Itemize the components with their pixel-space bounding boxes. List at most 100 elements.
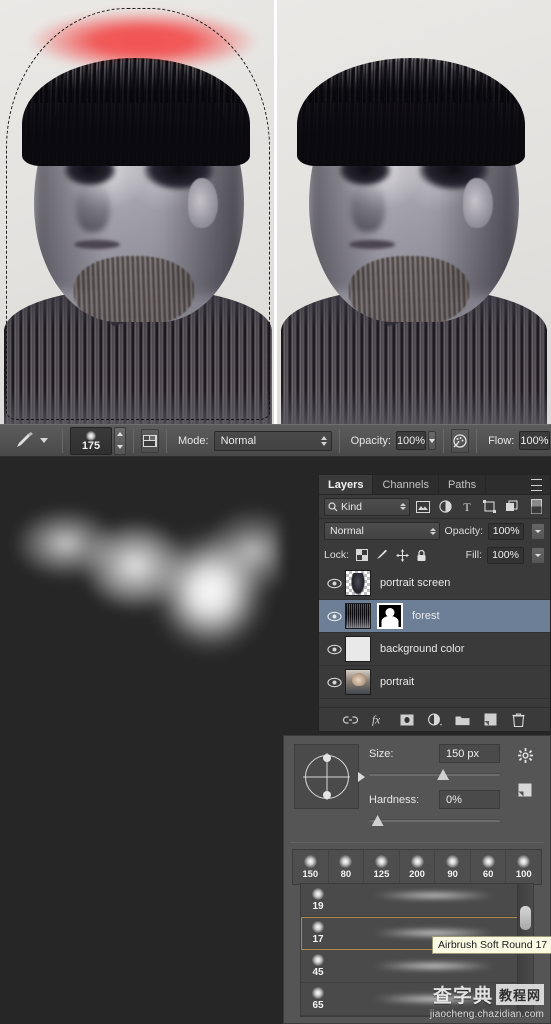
eye-icon[interactable] xyxy=(323,644,345,655)
portrait-artwork-left xyxy=(0,0,274,424)
new-adjustment-layer-icon[interactable] xyxy=(427,712,442,727)
document-before[interactable] xyxy=(0,0,277,424)
brush-tip-dot-icon xyxy=(481,854,495,868)
filter-toggle-icon[interactable] xyxy=(527,498,545,516)
preset-list-scrollbar-thumb[interactable] xyxy=(520,906,531,930)
brush-hardness-row: Hardness: 0% xyxy=(369,790,500,809)
list-item[interactable]: 80 xyxy=(329,850,365,884)
table-row[interactable]: portrait xyxy=(319,666,550,699)
brush-size-label: 90 xyxy=(447,868,458,880)
brush-hardness-input[interactable]: 0% xyxy=(439,790,500,809)
delete-layer-icon[interactable] xyxy=(511,712,526,727)
brush-size-slider[interactable] xyxy=(369,768,500,782)
forest-hair-right xyxy=(297,58,525,166)
list-item[interactable]: 100 xyxy=(506,850,541,884)
layer-thumbnail[interactable] xyxy=(345,669,371,695)
table-row[interactable]: portrait screen xyxy=(319,567,550,600)
brush-roundness-handle-bottom[interactable] xyxy=(322,791,331,799)
list-item[interactable]: 200 xyxy=(400,850,436,884)
options-separator-1 xyxy=(62,428,63,453)
fill-label: Fill: xyxy=(465,549,482,561)
layer-style-fx-icon[interactable]: fx xyxy=(371,712,386,727)
tab-paths[interactable]: Paths xyxy=(438,475,487,494)
brush-size-label: Size: xyxy=(369,747,394,760)
layer-filter-row: Kind T xyxy=(319,495,550,519)
layer-opacity-input[interactable]: 100% xyxy=(488,522,525,540)
lock-transparent-pixels-icon[interactable] xyxy=(356,549,369,561)
lock-image-pixels-icon[interactable] xyxy=(375,549,389,561)
smart-object-filter-icon[interactable] xyxy=(502,498,520,516)
preset-stroke-thumbnail xyxy=(335,884,533,916)
link-layers-icon[interactable] xyxy=(343,712,358,727)
layer-opacity-dropdown-icon[interactable] xyxy=(531,522,545,540)
list-item[interactable]: 60 xyxy=(471,850,507,884)
brush-preset-tooltip: Airbrush Soft Round 17 xyxy=(432,936,551,954)
lock-position-icon[interactable] xyxy=(396,548,410,562)
brush-tip-angle-preview[interactable] xyxy=(294,744,365,809)
list-item[interactable]: 90 xyxy=(435,850,471,884)
layer-fill-dropdown-icon[interactable] xyxy=(531,546,545,564)
brush-panel-divider xyxy=(290,842,544,843)
brush-size-input[interactable]: 150 px xyxy=(439,744,500,763)
new-layer-icon[interactable] xyxy=(483,712,498,727)
document-after[interactable] xyxy=(277,0,551,424)
blend-mode-select[interactable]: Normal xyxy=(213,430,332,451)
panel-menu-icon[interactable] xyxy=(531,479,545,491)
layer-thumbnail[interactable] xyxy=(345,636,371,662)
layer-mask-thumbnail[interactable] xyxy=(377,603,403,629)
layer-blend-mode-value: Normal xyxy=(330,525,364,537)
list-item[interactable]: 150 xyxy=(293,850,329,884)
layer-fill-input[interactable]: 100% xyxy=(487,546,524,564)
layer-thumbnail[interactable] xyxy=(345,570,371,596)
layer-thumbnail[interactable] xyxy=(345,603,371,629)
brush-roundness-handle-top[interactable] xyxy=(322,754,331,762)
watermark-logo-row: 查字典 教程网 xyxy=(430,981,544,1008)
list-item[interactable]: 45 xyxy=(301,950,533,983)
table-row[interactable]: forest xyxy=(319,600,550,633)
eye-icon[interactable] xyxy=(323,578,345,589)
type-filter-icon[interactable]: T xyxy=(458,498,476,516)
brush-size-stepper[interactable] xyxy=(114,426,126,455)
tab-layers[interactable]: Layers xyxy=(319,475,374,494)
brush-preset-chevron-down-icon[interactable] xyxy=(40,438,48,443)
svg-text:fx: fx xyxy=(372,715,380,726)
brush-size-label: 150 xyxy=(302,868,319,880)
flow-input[interactable]: 100% xyxy=(519,431,550,450)
eye-icon[interactable] xyxy=(323,677,345,688)
lock-all-icon[interactable] xyxy=(416,549,427,562)
table-row[interactable]: background color xyxy=(319,633,550,666)
brush-size-display[interactable]: 175 xyxy=(70,426,112,455)
layers-panel-footer: fx xyxy=(319,707,550,731)
tab-channels-label: Channels xyxy=(382,478,429,491)
new-brush-preset-icon[interactable] xyxy=(518,783,532,797)
canvas-area xyxy=(0,0,551,424)
filter-kind-select[interactable]: Kind xyxy=(324,497,410,516)
list-item[interactable]: 19 xyxy=(301,884,533,917)
add-layer-mask-icon[interactable] xyxy=(399,712,414,727)
panel-tabs: Layers Channels Paths xyxy=(319,475,550,495)
brush-settings-gear-icon[interactable] xyxy=(517,748,533,763)
lips-right xyxy=(349,240,395,249)
portrait-artwork-right xyxy=(277,0,551,424)
brush-tool-icon[interactable] xyxy=(14,431,36,450)
brush-panel-toggle-icon[interactable] xyxy=(141,428,159,453)
opacity-label: Opacity: xyxy=(350,434,391,447)
opacity-input[interactable]: 100% xyxy=(395,431,427,450)
eye-icon[interactable] xyxy=(323,611,345,622)
recent-brush-sizes-strip: 150 80 125 200 90 60 100 xyxy=(292,849,542,885)
brush-hardness-slider[interactable] xyxy=(369,814,500,828)
brush-tip-dot-icon xyxy=(86,430,96,441)
list-item[interactable]: 125 xyxy=(364,850,400,884)
tab-channels[interactable]: Channels xyxy=(373,475,439,494)
airbrush-icon[interactable] xyxy=(451,428,470,453)
brush-size-label: 125 xyxy=(373,868,390,880)
opacity-dropdown-icon[interactable] xyxy=(428,431,437,450)
pixel-filter-icon[interactable] xyxy=(414,498,432,516)
shape-filter-icon[interactable] xyxy=(480,498,498,516)
brush-tip-dot-icon xyxy=(312,954,324,966)
options-separator-4 xyxy=(338,428,340,453)
new-group-icon[interactable] xyxy=(455,712,470,727)
adjustment-filter-icon[interactable] xyxy=(436,498,454,516)
layer-blend-mode-select[interactable]: Normal xyxy=(324,522,440,540)
brush-size-label: 80 xyxy=(340,868,352,880)
